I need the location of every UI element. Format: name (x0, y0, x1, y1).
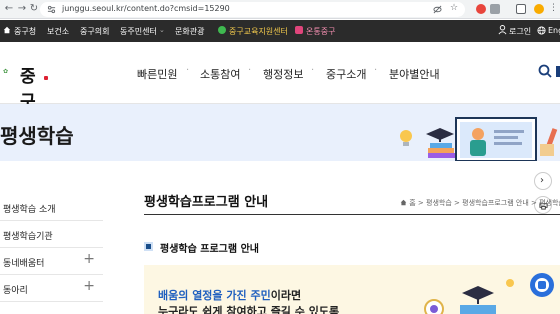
browser-menu-icon[interactable]: ⋮ (549, 3, 558, 13)
sidebar-item-neighborhood[interactable]: 동네배움터 + (0, 248, 103, 275)
topbar-item-community-center[interactable]: 동주민센터 (120, 26, 157, 37)
site-logo[interactable]: ✿ 중구 (3, 60, 48, 112)
gnb-separator: · (311, 65, 315, 76)
gnb-quick-civil[interactable]: 빠른민원 (137, 66, 177, 82)
sidebar-item-club[interactable]: 동아리 + (0, 275, 103, 302)
page-banner: 평생학습 (0, 104, 560, 161)
language-link[interactable]: Engl (548, 26, 560, 35)
gnb-communication[interactable]: 소통참여 (200, 66, 240, 82)
topbar-item-education-center[interactable]: 중구교육지원센터 (229, 26, 288, 37)
banner-title: 평생학습 (0, 124, 74, 148)
breadcrumb-sep: > (417, 199, 424, 207)
feature-heading: 배움의 열정을 가진 주민이라면 (158, 287, 301, 303)
gnb-about[interactable]: 중구소개 (326, 66, 366, 82)
user-icon[interactable] (498, 25, 507, 35)
extension-red-icon[interactable] (476, 4, 486, 14)
forward-icon[interactable]: → (16, 3, 28, 15)
dropdown-icon[interactable]: ⌄ (159, 26, 165, 34)
gnb-separator: · (186, 65, 190, 76)
breadcrumb: 홈 > 평생학습 > 평생학습프로그램 안내 > 평생학습프로그램 (400, 198, 560, 208)
title-divider (144, 214, 560, 215)
gnb-field-guide[interactable]: 분야별안내 (389, 66, 440, 82)
share-icon: › (540, 175, 544, 186)
breadcrumb-sep: > (531, 199, 537, 207)
section-bullet-icon (144, 242, 153, 251)
education-illustration (400, 117, 558, 161)
sidebar-item-label: 평생학습 소개 (3, 205, 56, 215)
eye-off-icon[interactable] (433, 5, 442, 14)
home-icon[interactable] (3, 26, 11, 34)
gnb-separator: · (374, 65, 378, 76)
sidepanel-icon[interactable] (516, 4, 526, 14)
extension-puzzle-icon[interactable] (490, 4, 500, 14)
breadcrumb-home[interactable]: 홈 (409, 199, 415, 207)
topbar-item-health[interactable]: 보건소 (47, 26, 69, 37)
feature-line2: 누구라도 쉽게 참여하고 즐길 수 있도록 (158, 305, 340, 314)
bookmark-star-icon[interactable]: ☆ (450, 3, 458, 13)
section-title: 평생학습 프로그램 안내 (160, 244, 259, 255)
browser-toolbar: ← → ↻ junggu.seoul.kr/content.do?cmsid=1… (0, 0, 560, 19)
profile-avatar-icon[interactable] (534, 4, 544, 14)
expand-plus-icon[interactable]: + (83, 252, 95, 266)
sidebar-item-label: 동아리 (3, 286, 28, 296)
breadcrumb-current: 평생학습프로그램 (539, 199, 560, 207)
education-center-icon (218, 26, 226, 34)
globe-icon[interactable] (537, 26, 546, 35)
breadcrumb-item[interactable]: 평생학습 (426, 199, 452, 207)
breadcrumb-item[interactable]: 평생학습프로그램 안내 (462, 199, 529, 207)
topbar-item-junggu[interactable]: 중구청 (14, 26, 36, 37)
site-info-icon[interactable] (47, 5, 56, 14)
breadcrumb-sep: > (454, 199, 460, 207)
feature-illustration (424, 273, 554, 314)
sidebar-item-intro[interactable]: 평생학습 소개 (0, 194, 103, 221)
logo-leaf-icon: ✿ (3, 68, 9, 75)
feature-rest: 이라면 (270, 289, 302, 302)
back-icon[interactable]: ← (3, 3, 15, 15)
feature-highlight: 배움의 열정을 가진 주민 (158, 289, 271, 302)
reload-icon[interactable]: ↻ (28, 3, 40, 15)
site-topbar: 중구청 보건소 중구의회 동주민센터 ⌄ 문화관광 중구교육지원센터 온통중구 … (0, 20, 560, 42)
site-header: ✿ 중구 빠른민원 · 소통참여 · 행정정보 · 중구소개 · 분야별안내 (0, 42, 560, 112)
login-link[interactable]: 로그인 (509, 26, 531, 37)
topbar-item-ontong[interactable]: 온통중구 (306, 26, 335, 37)
sidebar-item-institutions[interactable]: 평생학습기관 (0, 221, 103, 248)
breadcrumb-home-icon[interactable] (400, 199, 407, 206)
url-text: junggu.seoul.kr/content.do?cmsid=15290 (62, 4, 230, 13)
page: ← → ↻ junggu.seoul.kr/content.do?cmsid=1… (0, 0, 560, 314)
sidebar-item-label: 동네배움터 (3, 259, 45, 269)
menu-toggle-icon[interactable] (556, 66, 560, 77)
ontong-icon (295, 26, 303, 34)
sidebar-item-label: 평생학습기관 (3, 232, 53, 242)
page-title: 평생학습프로그램 안내 (144, 195, 269, 210)
gnb-separator: · (248, 65, 252, 76)
topbar-item-council[interactable]: 중구의회 (80, 26, 109, 37)
topbar-item-culture[interactable]: 문화관광 (175, 26, 204, 37)
share-button[interactable]: › (534, 172, 552, 190)
expand-plus-icon[interactable]: + (83, 279, 95, 293)
search-icon[interactable] (538, 64, 552, 78)
address-bar[interactable]: junggu.seoul.kr/content.do?cmsid=15290 ☆ (40, 2, 465, 17)
feature-box: 배움의 열정을 가진 주민이라면 누구라도 쉽게 참여하고 즐길 수 있도록 (144, 265, 560, 314)
gnb-admin-info[interactable]: 행정정보 (263, 66, 303, 82)
logo-seal-icon (44, 76, 48, 80)
